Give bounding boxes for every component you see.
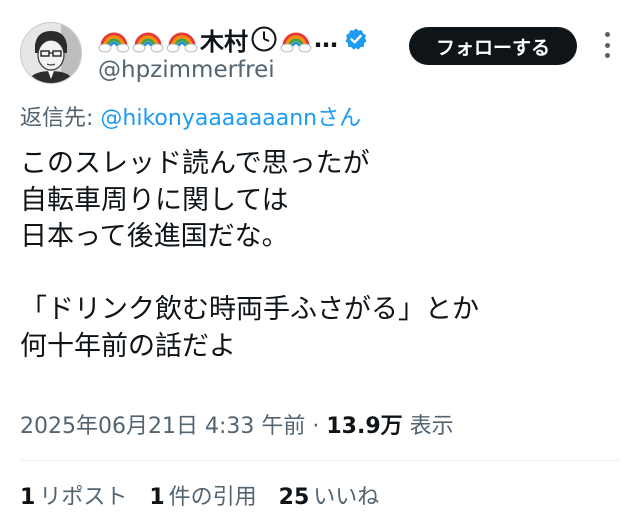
views-count: 13.9万 bbox=[326, 414, 403, 439]
reply-to-label: 返信先: bbox=[20, 106, 101, 131]
meta-separator: · bbox=[305, 414, 327, 439]
display-name[interactable]: 木村 … bbox=[98, 22, 368, 56]
reposts-stat[interactable]: 1 リポスト bbox=[20, 479, 127, 511]
follow-button[interactable]: フォローする bbox=[409, 27, 577, 65]
tweet-text: このスレッド読んで思ったが 自転車周りに関しては 日本って後進国だな。 「ドリン… bbox=[20, 146, 620, 365]
timestamp-link[interactable]: 2025年06月21日 4:33 午前 bbox=[20, 414, 305, 439]
rainbow-icon bbox=[132, 24, 164, 54]
views-label: 表示 bbox=[402, 414, 454, 439]
likes-count: 25 bbox=[278, 485, 310, 510]
quotes-label: 件の引用 bbox=[168, 485, 257, 510]
tweet-line: 「ドリンク飲む時両手ふさがる」とか bbox=[20, 294, 479, 325]
tweet-meta: 2025年06月21日 4:33 午前 · 13.9万 表示 bbox=[20, 408, 454, 440]
display-name-text: 木村 bbox=[200, 27, 248, 56]
engagement-stats: 1 リポスト 1 件の引用 25 いいね bbox=[20, 479, 379, 511]
rainbow-icon bbox=[166, 24, 198, 54]
verified-badge-icon bbox=[344, 27, 368, 51]
tweet-line bbox=[20, 256, 620, 293]
quotes-count: 1 bbox=[149, 485, 165, 510]
quotes-stat[interactable]: 1 件の引用 bbox=[149, 479, 256, 511]
reply-to: 返信先: @hikonyaaaaaaannさん bbox=[20, 100, 361, 132]
reposts-count: 1 bbox=[20, 485, 36, 510]
tweet-line: 何十年前の話だよ bbox=[20, 330, 236, 362]
tweet-card: 木村 … @hpzimmerfrei フォローする 返信先: @hikonyaa… bbox=[0, 0, 640, 517]
tweet-line: 日本って後進国だな。 bbox=[20, 221, 289, 252]
more-options-icon[interactable] bbox=[597, 32, 617, 58]
rainbow-icon bbox=[98, 24, 130, 54]
reply-mention-link[interactable]: @hikonyaaaaaaannさん bbox=[100, 106, 361, 131]
divider bbox=[20, 460, 620, 461]
tweet-line: 自転車周りに関しては bbox=[20, 184, 289, 216]
clock-icon bbox=[250, 25, 278, 53]
name-truncation: … bbox=[314, 25, 338, 53]
rainbow-icon bbox=[280, 24, 312, 54]
likes-label: いいね bbox=[313, 485, 380, 510]
user-handle[interactable]: @hpzimmerfrei bbox=[98, 57, 275, 83]
reposts-label: リポスト bbox=[39, 485, 128, 510]
tweet-line: このスレッド読んで思ったが bbox=[20, 148, 370, 179]
avatar[interactable] bbox=[20, 22, 82, 84]
likes-stat[interactable]: 25 いいね bbox=[279, 479, 380, 511]
